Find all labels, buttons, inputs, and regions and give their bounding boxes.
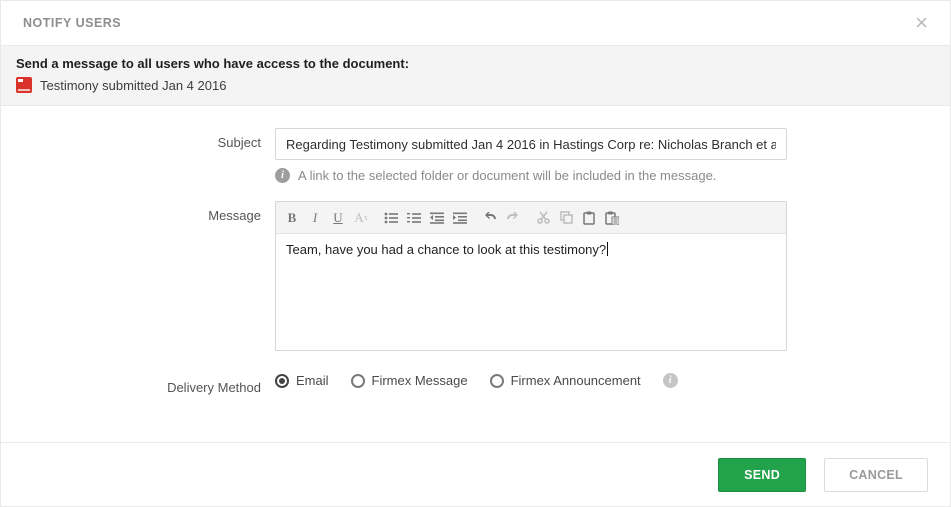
modal-title: NOTIFY USERS <box>23 16 121 30</box>
document-name: Testimony submitted Jan 4 2016 <box>40 78 226 93</box>
bold-icon[interactable]: B <box>281 207 303 229</box>
delivery-row: Delivery Method Email Firmex Message Fir… <box>23 373 928 395</box>
radio-label: Email <box>296 373 329 388</box>
paste-icon[interactable] <box>578 207 600 229</box>
radio-dot-icon <box>351 374 365 388</box>
radio-label: Firmex Message <box>372 373 468 388</box>
modal-header: NOTIFY USERS × <box>1 1 950 46</box>
radio-firmex-message[interactable]: Firmex Message <box>351 373 468 388</box>
message-label: Message <box>23 201 261 223</box>
clear-format-icon[interactable]: Ax <box>350 207 372 229</box>
hint-text: A link to the selected folder or documen… <box>298 168 716 183</box>
pdf-icon <box>16 77 32 93</box>
bulleted-list-icon[interactable] <box>380 207 402 229</box>
info-icon[interactable]: i <box>663 373 678 388</box>
copy-icon[interactable] <box>555 207 577 229</box>
instruction-text: Send a message to all users who have acc… <box>16 56 935 71</box>
indent-icon[interactable] <box>449 207 471 229</box>
editor-toolbar: B I U Ax <box>276 202 786 234</box>
subject-hint: i A link to the selected folder or docum… <box>275 168 787 183</box>
modal-body: Subject i A link to the selected folder … <box>1 106 950 442</box>
rich-text-editor: B I U Ax <box>275 201 787 351</box>
subject-input[interactable] <box>275 128 787 160</box>
cut-icon[interactable] <box>532 207 554 229</box>
underline-icon[interactable]: U <box>327 207 349 229</box>
notify-users-modal: NOTIFY USERS × Send a message to all use… <box>0 0 951 507</box>
document-context-bar: Send a message to all users who have acc… <box>1 46 950 106</box>
info-icon: i <box>275 168 290 183</box>
message-row: Message B I U Ax <box>23 201 928 351</box>
radio-dot-icon <box>275 374 289 388</box>
document-row: Testimony submitted Jan 4 2016 <box>16 77 935 93</box>
message-text: Team, have you had a chance to look at t… <box>286 242 608 257</box>
close-icon[interactable]: × <box>915 12 928 34</box>
message-textarea[interactable]: Team, have you had a chance to look at t… <box>276 234 786 350</box>
cancel-button[interactable]: CANCEL <box>824 458 928 492</box>
italic-icon[interactable]: I <box>304 207 326 229</box>
paste-text-icon[interactable] <box>601 207 623 229</box>
radio-dot-icon <box>490 374 504 388</box>
modal-footer: SEND CANCEL <box>1 442 950 506</box>
radio-firmex-announcement[interactable]: Firmex Announcement <box>490 373 641 388</box>
outdent-icon[interactable] <box>426 207 448 229</box>
radio-label: Firmex Announcement <box>511 373 641 388</box>
numbered-list-icon[interactable] <box>403 207 425 229</box>
delivery-options: Email Firmex Message Firmex Announcement… <box>275 373 787 388</box>
send-button[interactable]: SEND <box>718 458 806 492</box>
radio-email[interactable]: Email <box>275 373 329 388</box>
undo-icon[interactable] <box>479 207 501 229</box>
delivery-label: Delivery Method <box>23 373 261 395</box>
redo-icon[interactable] <box>502 207 524 229</box>
subject-row: Subject i A link to the selected folder … <box>23 128 928 183</box>
subject-label: Subject <box>23 128 261 150</box>
